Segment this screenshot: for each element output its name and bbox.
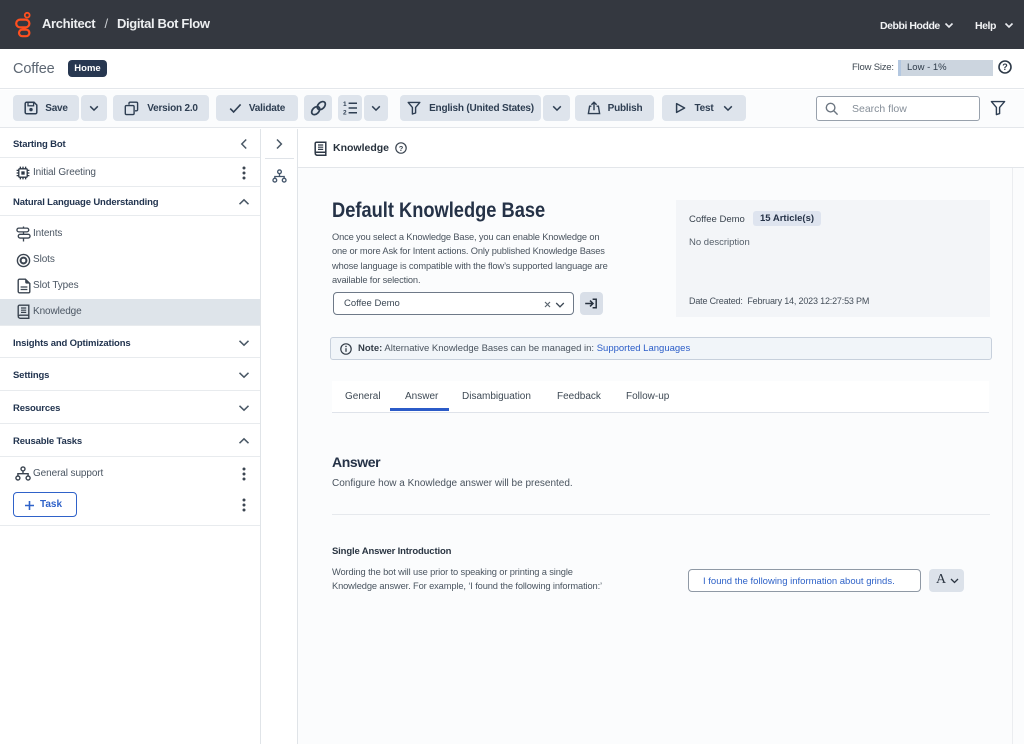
svg-text:?: ? [399,144,404,153]
svg-text:?: ? [1002,62,1008,72]
svg-text:1: 1 [343,101,347,108]
svg-text:2: 2 [343,109,347,115]
